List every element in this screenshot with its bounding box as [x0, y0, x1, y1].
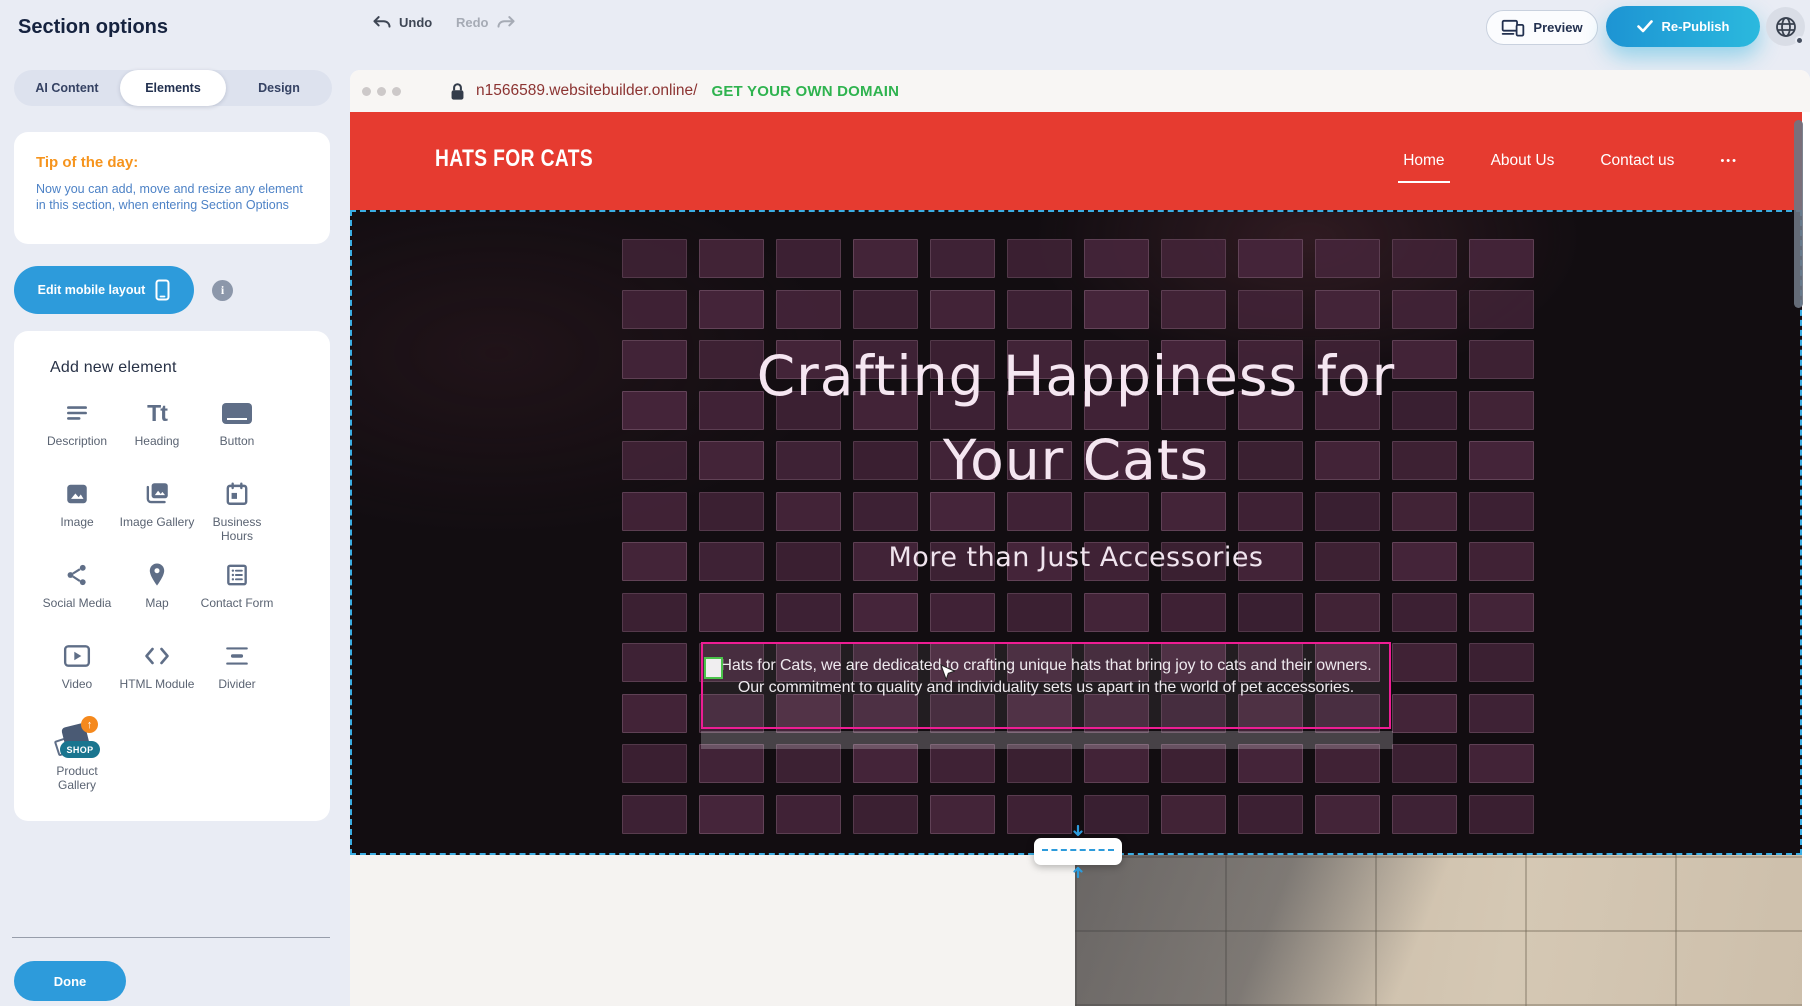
devices-icon [1501, 19, 1525, 37]
image-icon [64, 478, 90, 510]
element-item-button[interactable]: Button [197, 397, 277, 478]
status-dot [1795, 36, 1804, 45]
hero-heading[interactable]: Crafting Happiness for Your Cats [736, 334, 1416, 502]
element-item-image[interactable]: Image [37, 478, 117, 559]
element-item-business-hours[interactable]: Business Hours [197, 478, 277, 559]
sidebar: Section options AI Content Elements Desi… [0, 0, 348, 1006]
tab-elements[interactable]: Elements [120, 70, 226, 106]
nav-home[interactable]: Home [1403, 152, 1444, 170]
html-module-icon [143, 640, 171, 672]
add-element-title: Add new element [50, 359, 177, 377]
page-title: Section options [18, 16, 168, 39]
site-nav: Home About Us Contact us ••• [1403, 112, 1802, 210]
preview-button[interactable]: Preview [1486, 10, 1598, 45]
element-item-image-gallery[interactable]: Image Gallery [117, 478, 197, 559]
tip-body: Now you can add, move and resize any ele… [36, 181, 308, 213]
nav-about-us[interactable]: About Us [1491, 152, 1555, 170]
redo-icon [496, 15, 516, 30]
sidebar-divider [12, 937, 330, 938]
tip-title: Tip of the day: [36, 154, 308, 171]
social-media-icon [64, 559, 90, 591]
element-item-contact-form[interactable]: Contact Form [197, 559, 277, 640]
scrollbar-thumb[interactable] [1794, 120, 1803, 308]
edit-mobile-label: Edit mobile layout [38, 283, 146, 297]
browser-chrome: n1566589.websitebuilder.online/ GET YOUR… [350, 70, 1810, 112]
image-gallery-icon [143, 478, 171, 510]
element-item-heading[interactable]: Tt Heading [117, 397, 197, 478]
window-controls [362, 87, 401, 96]
element-item-description[interactable]: Description [37, 397, 117, 478]
upgrade-arrow-icon: ↑ [81, 716, 98, 733]
selected-text-element[interactable]: Hats for Cats, we are dedicated to craft… [701, 642, 1391, 729]
hero-subheading[interactable]: More than Just Accessories [352, 542, 1800, 573]
lock-icon [449, 82, 466, 101]
element-item-divider[interactable]: Divider [197, 640, 277, 721]
shop-badge: SHOP [60, 741, 100, 758]
undo-icon [372, 15, 392, 30]
check-icon [1637, 20, 1653, 33]
panel-tabs: AI Content Elements Design [14, 70, 332, 106]
element-item-html-module[interactable]: HTML Module [117, 640, 197, 721]
republish-button[interactable]: Re-Publish [1606, 6, 1760, 47]
site-header: HATS FOR CATS Home About Us Contact us •… [350, 112, 1802, 210]
arrow-up-icon [1071, 865, 1085, 878]
element-grid: Description Tt Heading Button Image [37, 397, 277, 802]
section-resize-handle[interactable] [1034, 838, 1122, 865]
element-highlight-strip [701, 731, 1393, 749]
add-element-panel: Add new element Description Tt Heading B… [14, 331, 330, 821]
edit-mobile-layout-button[interactable]: Edit mobile layout [14, 266, 194, 314]
globe-button[interactable] [1766, 7, 1805, 46]
resize-dash-line [1042, 849, 1114, 851]
element-item-video[interactable]: Video [37, 640, 117, 721]
next-section-background [350, 855, 1075, 1006]
hero-paragraph[interactable]: Hats for Cats, we are dedicated to craft… [703, 644, 1389, 698]
get-domain-link[interactable]: GET YOUR OWN DOMAIN [711, 83, 899, 100]
element-item-product-gallery[interactable]: ↑ SHOP Product Gallery [37, 721, 117, 802]
product-gallery-icon: ↑ SHOP [54, 721, 100, 759]
redo-button[interactable]: Redo [456, 15, 516, 30]
description-icon [64, 397, 90, 429]
tab-ai-content[interactable]: AI Content [14, 70, 120, 106]
contact-form-icon [224, 559, 250, 591]
nav-contact-us[interactable]: Contact us [1600, 152, 1674, 170]
button-icon [222, 397, 252, 429]
element-item-map[interactable]: Map [117, 559, 197, 640]
app-root: Section options AI Content Elements Desi… [0, 0, 1810, 1006]
business-hours-icon [224, 478, 250, 510]
divider-icon [224, 640, 250, 672]
tip-of-the-day-card: Tip of the day: Now you can add, move an… [14, 132, 330, 244]
site-logo[interactable]: HATS FOR CATS [435, 145, 593, 173]
info-icon[interactable]: i [212, 280, 233, 301]
tab-design[interactable]: Design [226, 70, 332, 106]
phone-icon [155, 279, 170, 301]
map-icon [145, 559, 169, 591]
floor-photo [1075, 855, 1802, 1006]
mouse-cursor [940, 664, 955, 689]
globe-icon [1774, 15, 1798, 39]
video-icon [63, 640, 91, 672]
nav-more-icon[interactable]: ••• [1720, 155, 1738, 167]
hero-section-selected[interactable]: Crafting Happiness for Your Cats More th… [350, 210, 1802, 855]
heading-icon: Tt [147, 397, 167, 429]
drag-handle[interactable] [704, 657, 723, 679]
element-item-social-media[interactable]: Social Media [37, 559, 117, 640]
arrow-down-icon [1071, 825, 1085, 838]
undo-button[interactable]: Undo [372, 15, 432, 30]
done-button[interactable]: Done [14, 961, 126, 1001]
browser-preview: n1566589.websitebuilder.online/ GET YOUR… [350, 70, 1810, 1006]
url-text[interactable]: n1566589.websitebuilder.online/ [476, 82, 697, 100]
